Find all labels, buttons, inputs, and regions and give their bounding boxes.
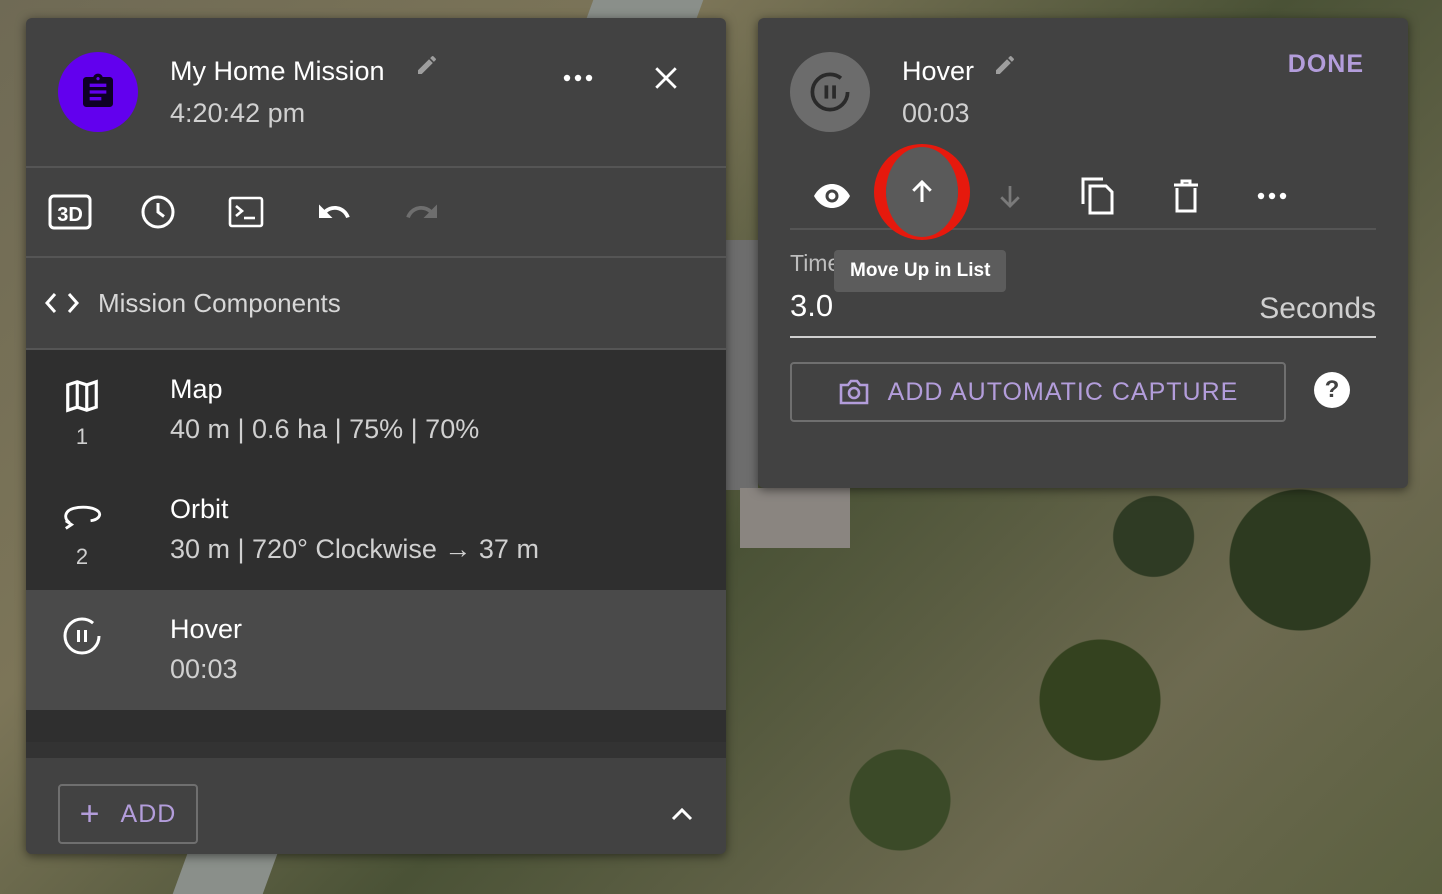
svg-text:3D: 3D — [57, 204, 83, 226]
chevron-up-icon[interactable] — [662, 796, 702, 832]
hover-timer-icon — [810, 72, 850, 112]
duplicate-icon[interactable] — [1076, 174, 1120, 218]
list-item-hover[interactable]: Hover 00:03 — [26, 590, 726, 710]
3d-view-icon[interactable]: 3D — [46, 190, 94, 234]
close-icon[interactable] — [646, 60, 686, 96]
redo-icon[interactable] — [400, 190, 444, 234]
move-up-tooltip: Move Up in List — [834, 250, 1007, 292]
move-up-button-highlight[interactable] — [874, 144, 970, 240]
move-up-button[interactable] — [886, 147, 958, 237]
section-title: Mission Components — [98, 288, 341, 318]
add-component-button[interactable]: + ADD — [58, 784, 198, 844]
camera-icon — [839, 379, 868, 405]
component-detail: 30 m | 720° Clockwise → 37 m — [170, 534, 539, 564]
clock-icon[interactable] — [136, 190, 180, 234]
trash-icon[interactable] — [1166, 174, 1206, 218]
more-options-icon[interactable] — [1252, 178, 1292, 214]
list-item-orbit[interactable]: 2 Orbit 30 m | 720° Clockwise → 37 m — [26, 470, 726, 590]
component-index: 2 — [75, 544, 89, 569]
component-name: Hover — [170, 614, 243, 644]
panel-footer: + ADD — [26, 742, 726, 854]
component-editor-panel: Hover 00:03 DONE Time * Move Up in List … — [758, 18, 1408, 488]
help-icon[interactable]: ? — [1314, 372, 1350, 408]
map-icon — [62, 376, 102, 416]
component-index: 1 — [75, 424, 89, 449]
plus-icon: + — [79, 795, 101, 833]
hover-timer-icon — [62, 616, 102, 656]
rooftop — [726, 240, 758, 490]
arrow-down-icon[interactable] — [990, 176, 1030, 216]
rooftop — [740, 488, 850, 548]
editor-subtitle: 00:03 — [902, 98, 970, 128]
capture-button-label: ADD AUTOMATIC CAPTURE — [887, 377, 1239, 406]
arrow-up-icon — [912, 179, 932, 202]
undo-icon[interactable] — [312, 190, 356, 234]
road — [586, 0, 704, 18]
input-underline — [790, 336, 1376, 338]
mission-components-header: Mission Components — [26, 258, 726, 348]
components-list: 1 Map 40 m | 0.6 ha | 75% | 70% 2 Orbit … — [26, 350, 726, 742]
edit-pencil-icon[interactable] — [412, 50, 442, 80]
eye-icon[interactable] — [810, 176, 854, 216]
mission-time: 4:20:42 pm — [170, 98, 306, 128]
component-name: Orbit — [170, 494, 229, 524]
time-input[interactable]: 3.0 — [790, 288, 833, 324]
component-detail: 00:03 — [170, 654, 238, 684]
add-automatic-capture-button[interactable]: ADD AUTOMATIC CAPTURE — [790, 362, 1286, 422]
hover-avatar — [790, 52, 870, 132]
edit-pencil-icon[interactable] — [990, 50, 1020, 80]
code-brackets-icon — [44, 288, 80, 318]
component-name: Map — [170, 374, 223, 404]
add-button-label: ADD — [120, 799, 177, 828]
editor-toolbar — [790, 136, 1376, 240]
done-button[interactable]: DONE — [1288, 50, 1364, 79]
mission-panel: My Home Mission 4:20:42 pm 3D Mission Co… — [26, 18, 726, 854]
clipboard-icon — [83, 73, 113, 107]
mission-title: My Home Mission — [170, 56, 385, 86]
component-detail: 40 m | 0.6 ha | 75% | 70% — [170, 414, 480, 444]
mission-header: My Home Mission 4:20:42 pm — [26, 18, 726, 166]
road — [172, 854, 278, 894]
list-item-map[interactable]: 1 Map 40 m | 0.6 ha | 75% | 70% — [26, 350, 726, 470]
terminal-icon[interactable] — [224, 190, 268, 234]
orbit-icon — [62, 496, 102, 536]
time-unit: Seconds — [1259, 292, 1376, 325]
mission-toolbar: 3D — [26, 168, 726, 256]
mission-avatar — [58, 52, 138, 132]
more-options-icon[interactable] — [558, 60, 598, 96]
editor-title: Hover — [902, 56, 975, 86]
